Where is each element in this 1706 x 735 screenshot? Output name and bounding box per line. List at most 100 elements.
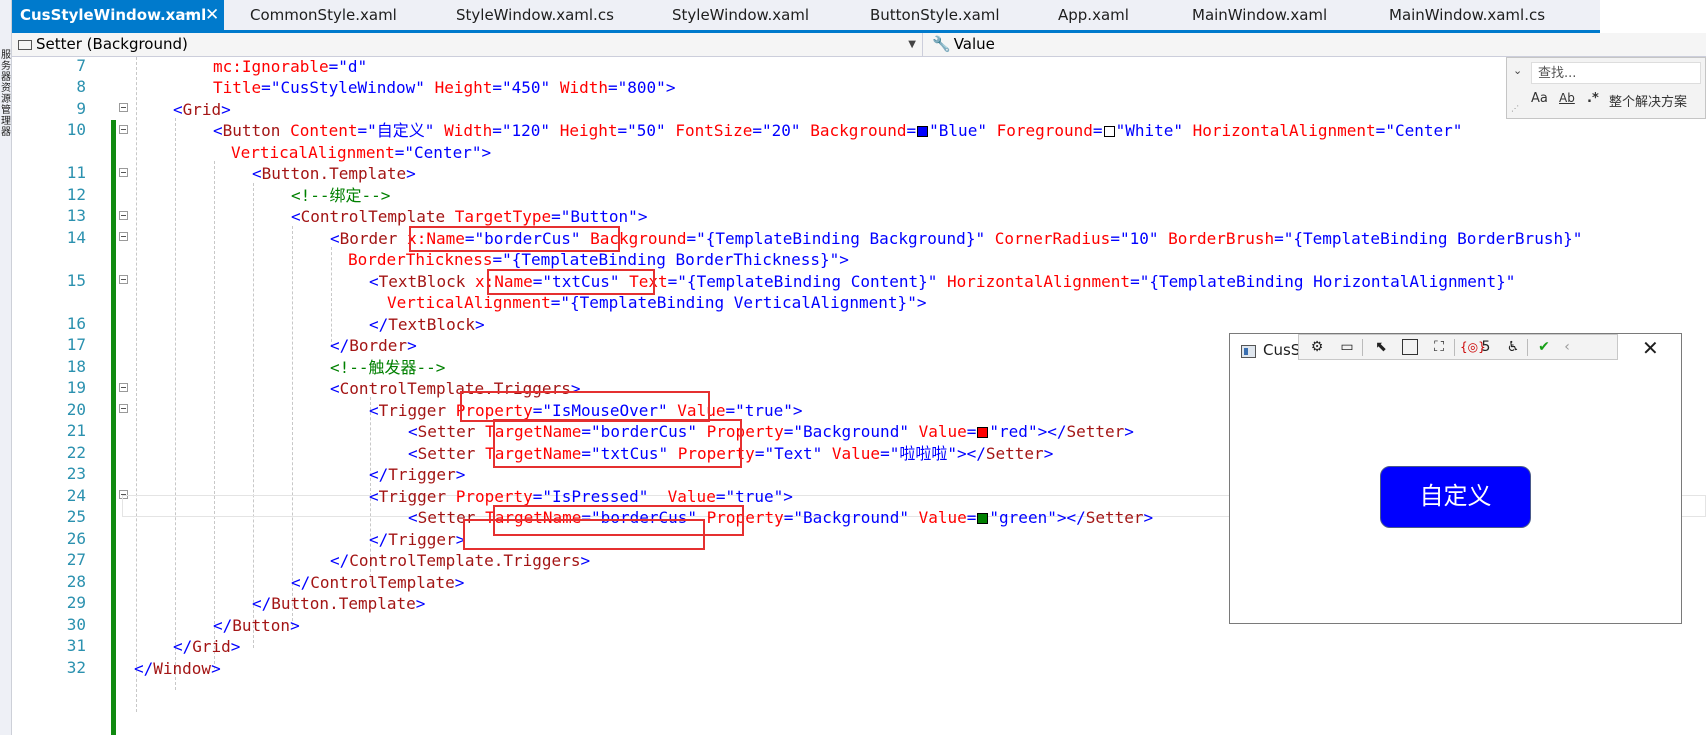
preview-title: CusS bbox=[1263, 341, 1301, 359]
code-line-32[interactable]: </Window> bbox=[134, 658, 221, 680]
indent-guide bbox=[331, 247, 332, 347]
wrench-icon: 🔧 bbox=[932, 35, 951, 53]
code-line-26[interactable]: </Trigger> bbox=[369, 529, 465, 551]
highlight-box-ismouseover bbox=[460, 391, 710, 422]
whole-word-icon[interactable]: Ab bbox=[1559, 91, 1575, 105]
line-number: 26 bbox=[66, 529, 86, 548]
code-line-28[interactable]: </ControlTemplate> bbox=[291, 572, 464, 594]
find-widget: ⌄ 查找... Aa Ab .* 整个解决方案 ⋰ bbox=[1506, 57, 1706, 119]
code-line-14-wrap[interactable]: BorderThickness="{TemplateBinding Border… bbox=[348, 249, 849, 271]
tab-label: StyleWindow.xaml.cs bbox=[456, 6, 614, 24]
tab-stylewindow-xaml[interactable]: StyleWindow.xaml bbox=[672, 0, 809, 30]
line-number: 21 bbox=[66, 421, 86, 440]
check-icon[interactable]: ✔ bbox=[1534, 338, 1554, 356]
fold-toggle-icon[interactable] bbox=[119, 211, 128, 220]
search-scope-dropdown[interactable]: 整个解决方案 bbox=[1609, 91, 1687, 110]
tab-mainwindow-xaml-cs[interactable]: MainWindow.xaml.cs bbox=[1389, 0, 1545, 30]
tab-label: MainWindow.xaml bbox=[1192, 6, 1328, 24]
code-line-18[interactable]: <!--触发器--> bbox=[330, 357, 445, 379]
property-dropdown[interactable]: 🔧 Value bbox=[932, 33, 995, 56]
code-line-16[interactable]: </TextBlock> bbox=[369, 314, 485, 336]
code-line-8[interactable]: Title="CusStyleWindow" Height="450" Widt… bbox=[213, 77, 675, 99]
close-icon[interactable]: ✕ bbox=[1642, 336, 1659, 360]
code-line-13[interactable]: <ControlTemplate TargetType="Button"> bbox=[291, 206, 647, 228]
live-visual-tree-icon[interactable]: ⚙ bbox=[1307, 338, 1327, 356]
code-line-7[interactable]: mc:Ignorable="d" bbox=[213, 56, 367, 78]
code-line-9[interactable]: <Grid> bbox=[173, 99, 231, 121]
code-line-23[interactable]: </Trigger> bbox=[369, 464, 465, 486]
xaml-runtime-toolbar: ⚙ ▭ ⬉ ⛶ {◎} 5 ♿ ✔ ‹ bbox=[1298, 334, 1618, 360]
line-number: 18 bbox=[66, 357, 86, 376]
code-line-12[interactable]: <!--绑定--> bbox=[291, 185, 390, 207]
line-number: 14 bbox=[66, 228, 86, 247]
track-focus-icon[interactable]: ⛶ bbox=[1429, 338, 1449, 356]
fold-toggle-icon[interactable] bbox=[119, 404, 128, 413]
fold-toggle-icon[interactable] bbox=[119, 232, 128, 241]
resize-grip-icon[interactable]: ⋰ bbox=[1511, 104, 1520, 113]
display-adorners-icon[interactable] bbox=[1402, 339, 1418, 355]
chevron-down-icon[interactable]: ▼ bbox=[908, 33, 916, 56]
highlight-box-textblock-name bbox=[487, 269, 655, 295]
tab-app-xaml[interactable]: App.xaml bbox=[1058, 0, 1129, 30]
document-tab-strip: CusStyleWindow.xaml ⊸ ✕ CommonStyle.xaml… bbox=[12, 0, 1600, 33]
binding-failures-icon[interactable]: {◎} bbox=[1460, 338, 1486, 356]
member-dropdown[interactable]: Setter (Background) ▼ bbox=[18, 33, 923, 56]
line-number: 16 bbox=[66, 314, 86, 333]
color-swatch-white bbox=[1103, 126, 1115, 137]
code-line-29[interactable]: </Button.Template> bbox=[252, 593, 425, 615]
line-number: 24 bbox=[66, 486, 86, 505]
left-tool-strip[interactable]: 服务器资源管理器 bbox=[0, 0, 12, 735]
code-line-10[interactable]: <Button Content="自定义" Width="120" Height… bbox=[213, 120, 1462, 142]
tab-label: CommonStyle.xaml bbox=[250, 6, 397, 24]
tab-cusstylewindow-xaml[interactable]: CusStyleWindow.xaml ⊸ ✕ bbox=[12, 0, 224, 30]
find-input[interactable]: 查找... bbox=[1531, 62, 1701, 84]
regex-icon[interactable]: .* bbox=[1587, 91, 1599, 106]
code-line-10-wrap[interactable]: VerticalAlignment="Center"> bbox=[231, 142, 491, 164]
tab-label: MainWindow.xaml.cs bbox=[1389, 6, 1546, 24]
indent-guide bbox=[136, 57, 137, 712]
line-number: 28 bbox=[66, 572, 86, 591]
tab-buttonstyle-xaml[interactable]: ButtonStyle.xaml bbox=[870, 0, 1000, 30]
member-dropdown-value: Setter (Background) bbox=[36, 35, 188, 53]
fold-toggle-icon[interactable] bbox=[119, 168, 128, 177]
left-strip-label: 服务器资源管理器 bbox=[1, 50, 11, 138]
custom-button[interactable]: 自定义 bbox=[1380, 466, 1531, 528]
code-line-30[interactable]: </Button> bbox=[213, 615, 300, 637]
line-number: 10 bbox=[66, 120, 86, 139]
line-number: 32 bbox=[66, 658, 86, 677]
highlight-box-pressed-setter-target bbox=[493, 505, 744, 536]
line-number: 8 bbox=[76, 77, 86, 96]
line-number: 13 bbox=[66, 206, 86, 225]
tab-label: App.xaml bbox=[1058, 6, 1129, 24]
fold-toggle-icon[interactable] bbox=[119, 383, 128, 392]
code-line-17[interactable]: </Border> bbox=[330, 335, 417, 357]
highlight-box-border-name bbox=[409, 226, 620, 252]
close-icon[interactable]: ✕ bbox=[205, 0, 219, 30]
line-number: 9 bbox=[76, 99, 86, 118]
tab-mainwindow-xaml[interactable]: MainWindow.xaml bbox=[1192, 0, 1327, 30]
accessibility-icon[interactable]: ♿ bbox=[1503, 338, 1523, 356]
line-number: 27 bbox=[66, 550, 86, 569]
tab-stylewindow-xaml-cs[interactable]: StyleWindow.xaml.cs bbox=[456, 0, 614, 30]
code-line-27[interactable]: </ControlTemplate.Triggers> bbox=[330, 550, 590, 572]
collapse-toolbar-icon[interactable]: ‹ bbox=[1560, 338, 1574, 356]
fold-toggle-icon[interactable] bbox=[119, 103, 128, 112]
record-video-icon[interactable]: ▭ bbox=[1337, 338, 1357, 356]
pin-icon[interactable]: ⊸ bbox=[184, 0, 195, 30]
line-number: 30 bbox=[66, 615, 86, 634]
match-case-icon[interactable]: Aa bbox=[1531, 91, 1548, 106]
chevron-down-icon[interactable]: ⌄ bbox=[1513, 64, 1522, 77]
code-line-11[interactable]: <Button.Template> bbox=[252, 163, 416, 185]
line-number: 19 bbox=[66, 378, 86, 397]
toolbar-separator bbox=[1527, 339, 1528, 356]
code-line-15-wrap[interactable]: VerticalAlignment="{TemplateBinding Vert… bbox=[387, 292, 926, 314]
indent-guide bbox=[214, 161, 215, 669]
code-line-31[interactable]: </Grid> bbox=[173, 636, 240, 658]
tab-commonstyle-xaml[interactable]: CommonStyle.xaml bbox=[250, 0, 397, 30]
highlight-box-setter-targets bbox=[493, 419, 742, 468]
fold-toggle-icon[interactable] bbox=[119, 125, 128, 134]
tab-label: StyleWindow.xaml bbox=[672, 6, 810, 24]
fold-toggle-icon[interactable] bbox=[119, 275, 128, 284]
line-number: 20 bbox=[66, 400, 86, 419]
select-element-icon[interactable]: ⬉ bbox=[1371, 338, 1391, 356]
